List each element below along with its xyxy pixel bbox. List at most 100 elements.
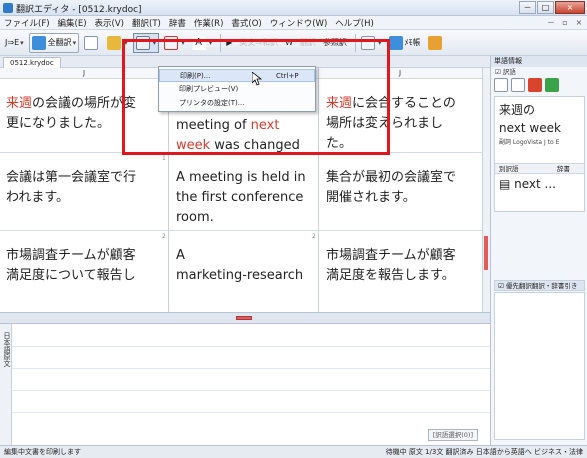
copy-icon[interactable] [494,78,508,92]
back-text: た。 [326,136,353,151]
translation-cell[interactable]: A meeting is held in the first conferenc… [176,168,316,228]
dictionary-button[interactable] [426,33,446,53]
grid-scrollbar[interactable] [482,68,490,312]
back-translation-cell[interactable]: 集合が最初の会議室で 開催されます。 [326,168,476,208]
alt-column-label: 別訳語 [499,165,519,173]
translation-text: A [176,248,185,263]
jp-en-button[interactable]: 英文⇒和訳 [237,33,280,53]
window-controls: － □ × [518,1,585,14]
title-bar: 翻訳エディタ - [0512.krydoc] － □ × [0,0,587,16]
memo-icon [361,35,375,50]
word-info-box: 来週の next week 副詞 LogoVista J to E 別訳語 辞書… [494,96,585,212]
menu-translate[interactable]: 翻訳(T) [128,17,165,29]
back-text: 市場調査チームが顧客 [326,248,456,263]
menu-help[interactable]: ヘルプ(H) [331,17,378,29]
translation-cell[interactable]: meeting of next week was changed [176,116,316,156]
row-number: 2 [312,233,316,240]
toolbar-separator [220,33,222,52]
menu-work[interactable]: 作業(R) [190,17,228,29]
translation-text: room. [176,210,214,225]
word-info-subtitle[interactable]: ☑ 訳語 [491,67,587,77]
alternatives-header: 別訳語 辞書 [495,163,584,174]
font-button[interactable]: A ▾ [190,33,215,53]
menu-item-printer-settings[interactable]: プリンタの設定(T)... [159,97,315,110]
jp-en-label: 英文⇒和訳 [239,38,279,47]
start-translate-button[interactable]: ▶ [224,33,234,53]
menu-item-print-preview[interactable]: 印刷プレビュー(V) [159,83,315,96]
word-select-button[interactable]: [訳語選択(0)] [427,429,478,441]
text-line [12,390,490,391]
mdi-minimize-button[interactable]: － [545,17,557,28]
back-translation-cell[interactable]: 市場調査チームが顧客 満足度を報告します。 [326,246,476,286]
menu-format[interactable]: 書式(O) [227,17,265,29]
translation-cell[interactable]: A marketing-research [176,246,316,286]
back-translation-cell[interactable]: 来週に会合することの 場所は変えられまし た。 [326,94,476,154]
source-cell[interactable]: 会議は第一会議室で行 われます。 [6,168,166,208]
back-text: 場所は変えられまし [326,116,444,131]
menu-bar: ファイル(F) 編集(E) 表示(V) 翻訳(T) 辞書 作業(R) 書式(O)… [0,16,587,30]
new-document-button[interactable] [82,33,102,53]
maximize-button[interactable]: □ [537,1,554,14]
highlighted-word: 来週 [326,96,353,111]
source-cell[interactable]: 来週の会議の場所が変 更になりました。 [6,94,166,134]
menu-window[interactable]: ウィンドウ(W) [266,17,332,29]
column-header-back: J [318,68,482,79]
status-bar: 編集中文書を印刷します 待機中 原文 1/3文 翻訳済み 日本語から英語へ ビジ… [0,445,587,458]
reference-label: 参照訳 [323,38,347,47]
folder-icon [107,35,122,50]
dict-column-label: 辞書 [557,165,570,173]
menu-dictionary[interactable]: 辞書 [165,17,190,29]
menu-view[interactable]: 表示(V) [91,17,128,29]
dictionary-green-icon[interactable] [545,78,559,92]
row-number: 2 [162,233,166,240]
splitter-grip[interactable] [236,316,252,320]
menu-file[interactable]: ファイル(F) [0,17,54,29]
translation-label: 翻訳 [300,38,316,47]
menu-edit[interactable]: 編集(E) [54,17,91,29]
source-text: 更になりました。 [6,116,111,131]
all-translate-button[interactable]: 全翻訳 ▾ [28,32,80,53]
mdi-restore-button[interactable]: ▫ [559,17,571,28]
back-text: に会合することの [352,96,456,111]
translation-text: the first conference [176,190,304,205]
close-button[interactable]: × [555,1,585,14]
notes-icon [388,35,403,50]
layout-icon [164,35,179,50]
layout-button[interactable]: ▾ [162,33,187,53]
bottom-pane-label: 日本語原文 [3,332,11,367]
mouse-cursor-icon [252,72,262,86]
text-line [12,412,490,413]
translation-text: was changed [210,138,300,153]
memo-button[interactable]: ▾ [359,33,384,53]
priority-dictionary-box [494,292,585,440]
paste-icon[interactable] [511,78,525,92]
w-button[interactable]: W [283,33,295,53]
reference-translation-button[interactable]: 参照訳 [321,33,349,53]
chevron-down-icon: ▾ [181,38,185,47]
play-icon: ▶ [226,38,233,47]
highlighted-word: week [176,138,211,153]
column-header-source: J [0,68,168,79]
source-cell[interactable]: 市場調査チームが顧客 満足度について報告し [6,246,166,286]
bottom-edit-pane[interactable]: 日本語原文 [訳語選択(0)] [0,324,490,445]
translate-icon [31,35,46,50]
text-line [12,368,490,369]
dictionary-red-icon[interactable] [528,78,542,92]
text-line [12,346,490,347]
minimize-button[interactable]: － [519,1,536,14]
direction-button[interactable]: J⇒E ▾ [3,33,26,53]
font-icon: A [191,35,206,50]
pane-splitter[interactable] [0,312,490,324]
bottom-pane-side-tab[interactable]: 日本語原文 [0,324,12,445]
translation-toggle-button[interactable]: 翻訳 [298,33,318,53]
print-button[interactable]: ▾ [132,32,160,53]
notes-button[interactable]: ﾒﾓ帳 [387,33,423,53]
source-text: われます。 [6,190,70,205]
document-tab[interactable]: 0512.krydoc [3,57,61,68]
open-folder-button[interactable]: ▾ [105,33,130,53]
priority-dictionary-tab[interactable]: ☑ 優先翻訳翻訳・辞書引き [494,280,585,291]
menu-item-print[interactable]: 印刷(P)... Ctrl+P [159,69,315,82]
alternative-item[interactable]: ▤ next ... [499,177,556,191]
chevron-down-icon: ▾ [124,38,128,47]
mdi-close-button[interactable]: × [573,17,585,28]
